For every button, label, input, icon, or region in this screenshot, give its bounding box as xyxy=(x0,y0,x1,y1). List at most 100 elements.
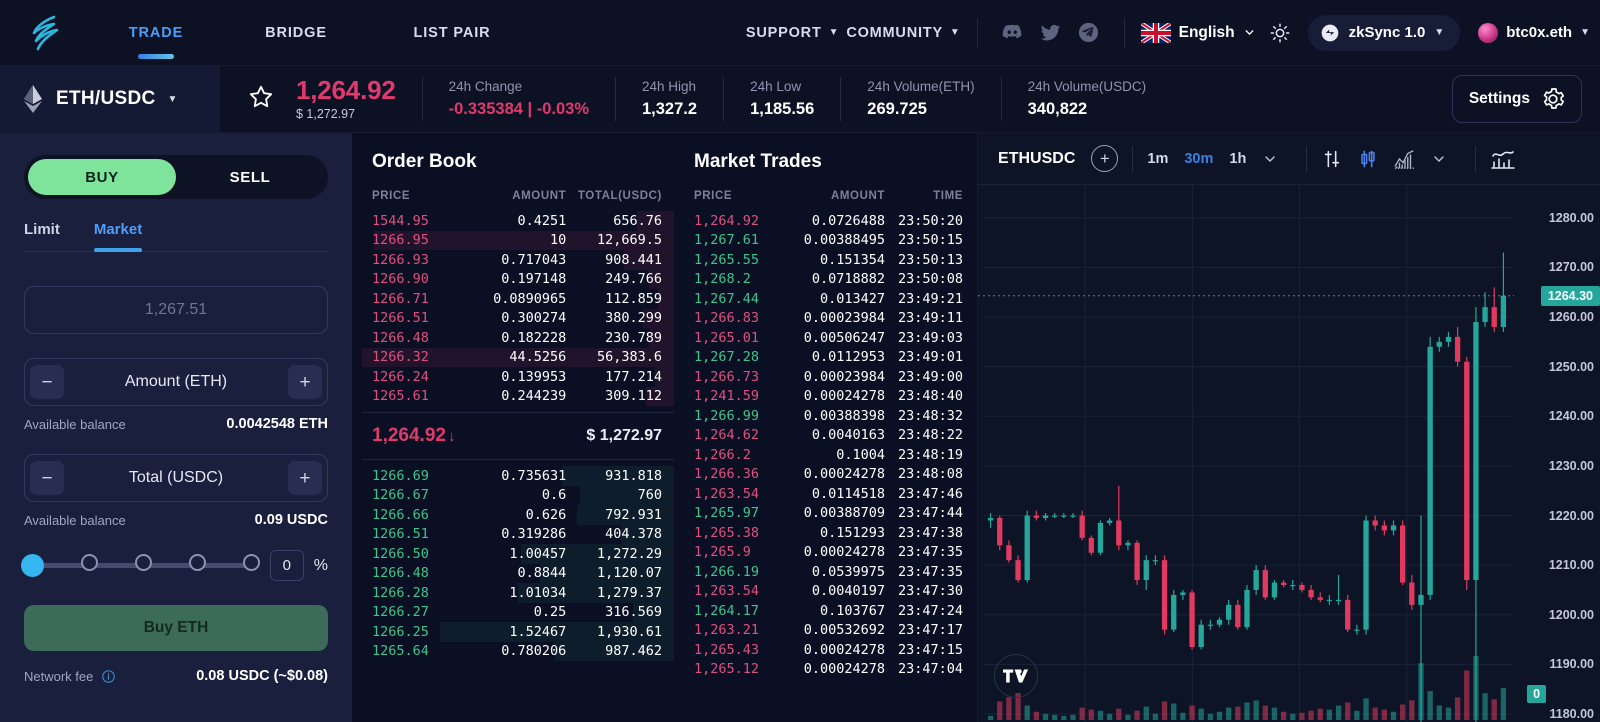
chevron-down-icon: ▼ xyxy=(828,27,840,38)
order-book-row[interactable]: 1544.95 0.4251 656.76 xyxy=(362,211,674,231)
order-book-title: Order Book xyxy=(372,151,477,172)
slider-knot-75[interactable] xyxy=(188,554,206,571)
timeframe-more-chevron-down-icon[interactable] xyxy=(1262,151,1278,167)
percent-input[interactable]: 0 xyxy=(269,550,304,581)
trade-time: 23:48:32 xyxy=(898,407,964,424)
order-book-row[interactable]: 1266.25 1.52467 1,930.61 xyxy=(362,622,674,642)
order-book-row[interactable]: 1266.66 0.626 792.931 xyxy=(362,505,674,525)
trade-amount: 0.00388709 xyxy=(803,505,886,522)
last-price-block: 1,264.92 $ 1,272.97 xyxy=(296,76,396,121)
row-price: 1265.64 xyxy=(372,643,429,660)
price-axis-tick-label: 1270.00 xyxy=(1548,260,1595,275)
row-price: 1266.69 xyxy=(372,467,429,484)
app-logo[interactable] xyxy=(0,11,92,55)
order-book-row[interactable]: 1266.51 0.300274 380.299 xyxy=(362,308,674,328)
market-trade-row: 1,263.21 0.00532692 23:47:17 xyxy=(684,621,977,641)
order-book-row[interactable]: 1266.48 0.8844 1,120.07 xyxy=(362,563,674,583)
amount-input[interactable]: Amount (ETH) xyxy=(125,373,227,391)
telegram-icon[interactable] xyxy=(1072,16,1106,50)
timeframe-1h[interactable]: 1h xyxy=(1229,151,1246,167)
market-trade-row: 1,264.17 0.103767 23:47:24 xyxy=(684,601,977,621)
indicators-chevron-down-icon[interactable] xyxy=(1431,151,1447,167)
language-selector[interactable]: English xyxy=(1140,22,1256,43)
row-amount: 0.197148 xyxy=(501,271,567,288)
discord-icon[interactable] xyxy=(996,16,1030,50)
favorite-star-icon[interactable] xyxy=(248,84,274,115)
buy-sell-toggle: BUY SELL xyxy=(24,155,328,199)
order-book-row[interactable]: 1266.67 0.6 760 xyxy=(362,485,674,505)
twitter-icon[interactable] xyxy=(1034,16,1068,50)
order-type-tabs: Limit Market xyxy=(24,221,328,252)
slider-knot-25[interactable] xyxy=(80,554,98,571)
stat-label: 24h Volume(ETH) xyxy=(867,79,975,94)
buy-tab[interactable]: BUY xyxy=(28,159,176,195)
timeframe-1m[interactable]: 1m xyxy=(1147,151,1168,167)
row-total: 12,669.5 xyxy=(596,232,662,249)
top-navigation-bar: TRADE BRIDGE LIST PAIR SUPPORT ▼ COMMUNI… xyxy=(0,0,1600,66)
order-book-row[interactable]: 1266.71 0.0890965 112.859 xyxy=(362,289,674,309)
price-axis[interactable]: 1280.00 1270.00 1260.00 1250.00 1240.00 1230.… xyxy=(1514,185,1600,722)
support-menu[interactable]: SUPPORT ▼ COMMUNITY ▼ xyxy=(746,25,961,41)
network-selector[interactable]: zkSync 1.0 ▼ xyxy=(1307,14,1461,51)
adjust-icon[interactable] xyxy=(1321,148,1343,170)
order-book-row[interactable]: 1266.90 0.197148 249.766 xyxy=(362,269,674,289)
slider-knot-50[interactable] xyxy=(134,554,152,571)
info-icon[interactable] xyxy=(101,669,116,684)
order-book-row[interactable]: 1266.27 0.25 316.569 xyxy=(362,602,674,622)
chart-symbol: ETHUSDC xyxy=(998,149,1076,167)
order-book-row[interactable]: 1266.48 0.182228 230.789 xyxy=(362,328,674,348)
market-trades-panel: Market Trades PRICE AMOUNT TIME 1,264.92… xyxy=(674,133,977,722)
trade-amount: 0.151354 xyxy=(819,251,886,268)
row-amount: 1.52467 xyxy=(509,623,567,640)
order-book-row[interactable]: 1265.61 0.244239 309.112 xyxy=(362,386,674,406)
chart-canvas-area[interactable]: 1280.00 1270.00 1260.00 1250.00 1240.00 1230.… xyxy=(978,185,1600,722)
order-book-row[interactable]: 1266.28 1.01034 1,279.37 xyxy=(362,583,674,603)
tab-market[interactable]: Market xyxy=(93,221,143,252)
total-decrement-button[interactable]: − xyxy=(30,461,64,495)
order-book-row[interactable]: 1266.50 1.00457 1,272.29 xyxy=(362,544,674,564)
order-book-row[interactable]: 1266.51 0.319286 404.378 xyxy=(362,524,674,544)
trade-time: 23:49:00 xyxy=(898,368,964,385)
amount-increment-button[interactable]: + xyxy=(288,365,322,399)
market-trades-headers: PRICE AMOUNT TIME xyxy=(684,190,977,202)
sell-tab[interactable]: SELL xyxy=(176,159,324,195)
plus-circle-icon[interactable]: + xyxy=(1091,145,1119,172)
amount-decrement-button[interactable]: − xyxy=(30,365,64,399)
candlestick-icon[interactable] xyxy=(1357,148,1379,170)
submit-order-button[interactable]: Buy ETH xyxy=(24,605,328,651)
order-book-row[interactable]: 1266.24 0.139953 177.214 xyxy=(362,367,674,387)
row-amount: 0.6 xyxy=(541,487,567,504)
indicators-icon[interactable] xyxy=(1393,148,1417,170)
pair-selector[interactable]: ETH/USDC ▼ xyxy=(0,66,220,132)
row-amount: 0.182228 xyxy=(501,329,567,346)
timeframe-30m[interactable]: 30m xyxy=(1184,151,1213,167)
tab-limit[interactable]: Limit xyxy=(24,221,60,251)
order-book-row[interactable]: 1266.93 0.717043 908.441 xyxy=(362,250,674,270)
order-book-row[interactable]: 1266.32 44.5256 56,383.6 xyxy=(362,347,674,367)
trading-app: TRADE BRIDGE LIST PAIR SUPPORT ▼ COMMUNI… xyxy=(0,0,1600,722)
nav-link-trade[interactable]: TRADE xyxy=(92,0,220,65)
stat-label: 24h Low xyxy=(750,79,802,94)
order-book-row[interactable]: 1265.64 0.780206 987.462 xyxy=(362,641,674,661)
trade-price: 1,263.54 xyxy=(694,583,760,600)
percent-slider-row: 0 % xyxy=(21,550,328,581)
stat-24h-high: 24h High 1,327.2 xyxy=(642,79,697,119)
order-book-row[interactable]: 1266.95 10 12,669.5 xyxy=(362,230,674,250)
nav-link-list-pair[interactable]: LIST PAIR xyxy=(372,0,532,65)
row-price: 1266.27 xyxy=(372,604,429,621)
nav-link-bridge[interactable]: BRIDGE xyxy=(220,0,372,65)
order-book-row[interactable]: 1266.69 0.735631 931.818 xyxy=(362,466,674,486)
chart-style-icon[interactable] xyxy=(1490,147,1516,171)
theme-toggle-button[interactable] xyxy=(1262,15,1298,51)
total-input[interactable]: Total (USDC) xyxy=(129,469,223,487)
stat-24h-volume-eth: 24h Volume(ETH) 269.725 xyxy=(867,79,974,119)
trade-amount: 0.00024278 xyxy=(803,641,886,658)
total-increment-button[interactable]: + xyxy=(287,461,322,495)
slider-knot-0[interactable] xyxy=(21,554,44,577)
percent-slider[interactable] xyxy=(21,554,260,578)
account-menu[interactable]: btc0x.eth ▼ xyxy=(1478,22,1590,43)
price-input[interactable]: 1,267.51 xyxy=(24,286,328,334)
slider-knot-100[interactable] xyxy=(242,554,260,571)
network-fee-value: 0.08 USDC (~$0.08) xyxy=(196,668,328,684)
settings-button[interactable]: Settings xyxy=(1451,75,1582,123)
